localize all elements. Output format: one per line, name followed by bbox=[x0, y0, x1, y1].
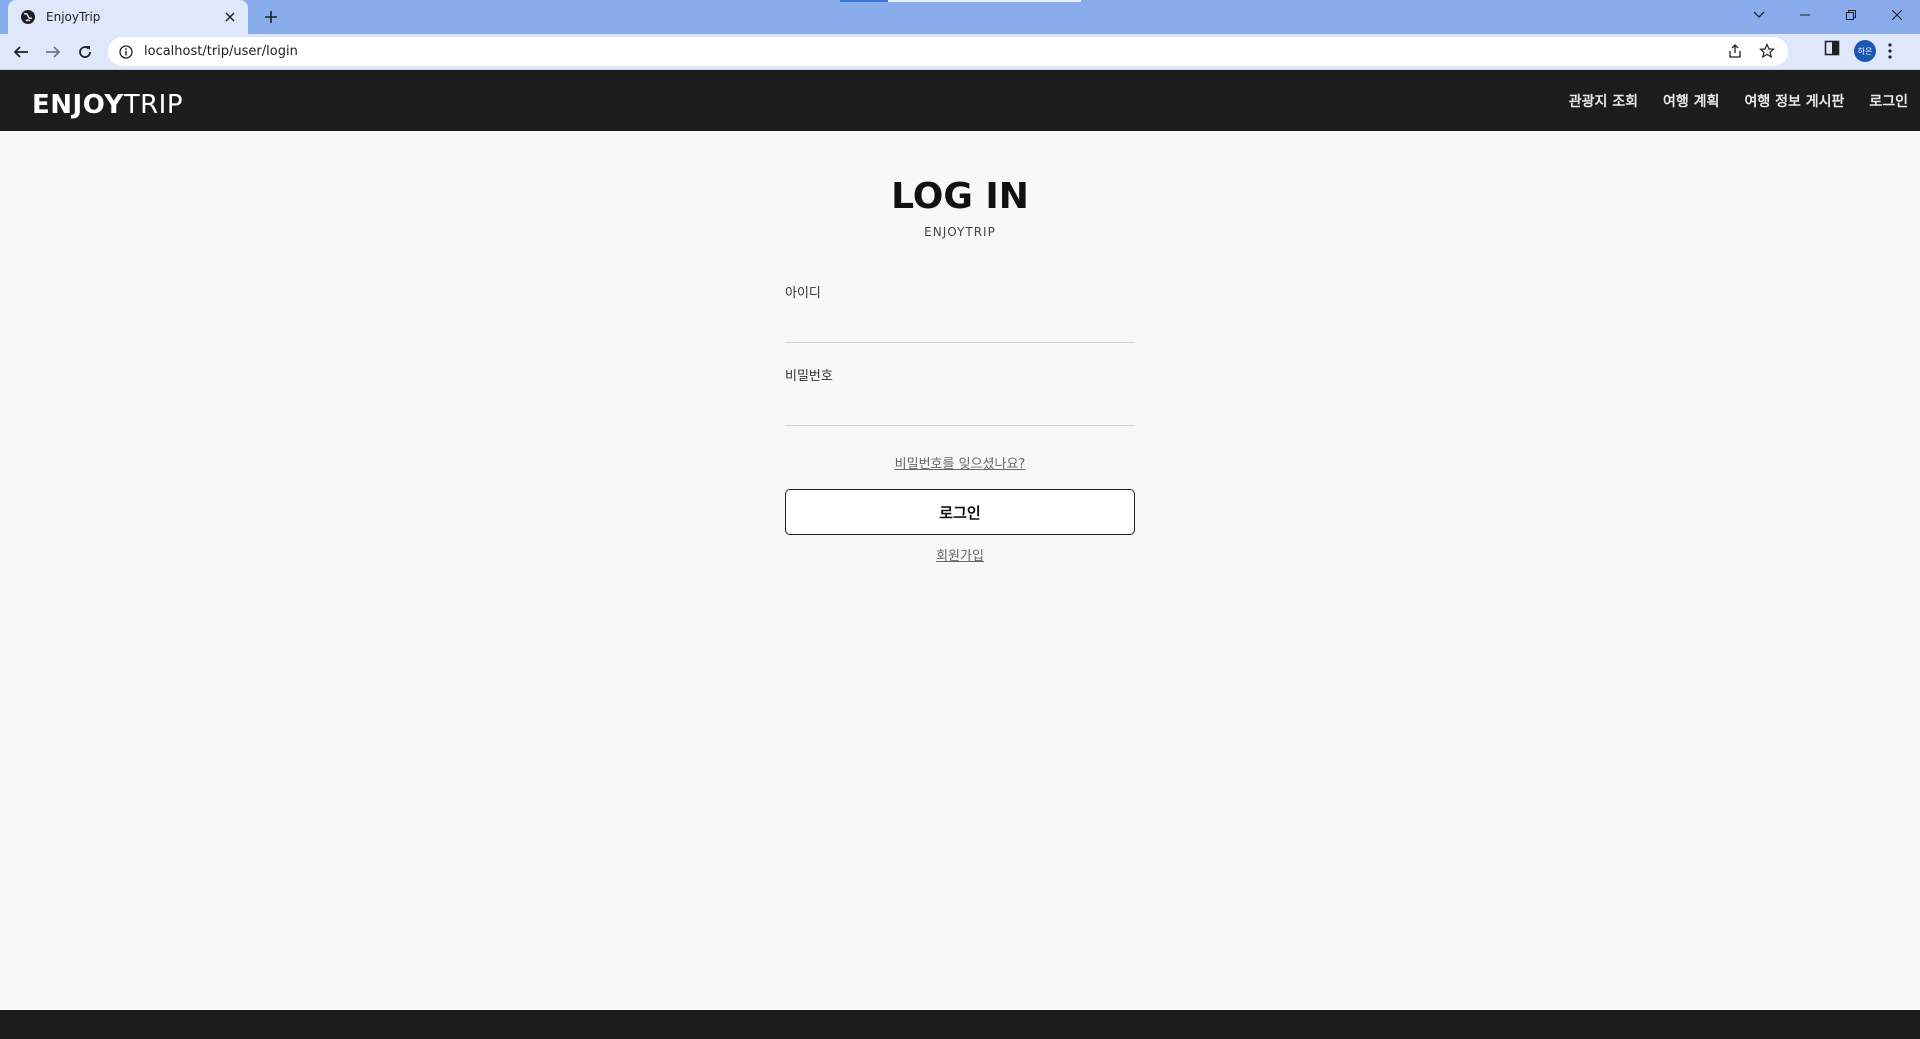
signup-link[interactable]: 회원가입 bbox=[936, 549, 984, 564]
login-button[interactable]: 로그인 bbox=[785, 489, 1135, 535]
address-bar-actions bbox=[1726, 42, 1776, 60]
tabstrip-accent bbox=[840, 0, 888, 2]
id-label: 아이디 bbox=[785, 286, 821, 301]
id-input[interactable] bbox=[785, 313, 1135, 343]
share-icon[interactable] bbox=[1726, 42, 1744, 60]
profile-avatar[interactable]: 하은 bbox=[1854, 40, 1876, 62]
site-footer bbox=[0, 1010, 1920, 1039]
address-url: localhost/trip/user/login bbox=[144, 44, 298, 59]
back-arrow-icon[interactable] bbox=[10, 41, 32, 63]
browser-tab-active[interactable]: EnjoyTrip bbox=[8, 0, 248, 34]
login-title: LOG IN bbox=[891, 176, 1029, 217]
password-label: 비밀번호 bbox=[785, 369, 833, 384]
signup-row: 회원가입 bbox=[0, 545, 1920, 564]
tabstrip-accent-light bbox=[888, 0, 1081, 2]
kebab-menu-icon[interactable] bbox=[1888, 43, 1892, 59]
forward-arrow-icon[interactable] bbox=[42, 41, 64, 63]
brand-logo-light: TRIP bbox=[123, 90, 183, 120]
restore-icon[interactable] bbox=[1828, 0, 1874, 30]
nav-trip-plan[interactable]: 여행 계획 bbox=[1663, 91, 1719, 111]
forgot-password-link[interactable]: 비밀번호를 잊으셨나요? bbox=[895, 457, 1026, 472]
profile-initials: 하은 bbox=[1854, 40, 1876, 62]
login-form: 아이디 비밀번호 bbox=[785, 282, 1135, 426]
brand-logo-bold: ENJOY bbox=[32, 90, 124, 120]
reload-icon[interactable] bbox=[74, 41, 96, 63]
password-input[interactable] bbox=[785, 396, 1135, 426]
bookmark-star-icon[interactable] bbox=[1758, 42, 1776, 60]
window-controls bbox=[1736, 0, 1920, 34]
site-info-icon[interactable] bbox=[118, 44, 134, 60]
browser-toolbar: localhost/trip/user/login 하은 bbox=[0, 34, 1920, 70]
forgot-password-row: 비밀번호를 잊으셨나요? bbox=[0, 453, 1920, 472]
main-nav: 관광지 조회 여행 계획 여행 정보 게시판 로그인 bbox=[1569, 91, 1908, 111]
close-tab-icon[interactable] bbox=[222, 9, 238, 25]
site-header: ENJOYTRIP 관광지 조회 여행 계획 여행 정보 게시판 로그인 bbox=[0, 70, 1920, 131]
address-bar[interactable]: localhost/trip/user/login bbox=[108, 37, 1788, 66]
close-window-icon[interactable] bbox=[1874, 0, 1920, 30]
minimize-icon[interactable] bbox=[1782, 0, 1828, 30]
browser-tabstrip: EnjoyTrip bbox=[0, 0, 1920, 34]
new-tab-icon[interactable] bbox=[260, 6, 282, 28]
tab-search-chevron-icon[interactable] bbox=[1736, 0, 1782, 30]
tab-title: EnjoyTrip bbox=[46, 10, 101, 24]
nav-login[interactable]: 로그인 bbox=[1869, 91, 1908, 111]
nav-trip-board[interactable]: 여행 정보 게시판 bbox=[1744, 91, 1844, 111]
brand-logo[interactable]: ENJOYTRIP bbox=[32, 90, 183, 120]
globe-icon bbox=[20, 9, 36, 25]
nav-attractions[interactable]: 관광지 조회 bbox=[1569, 91, 1638, 111]
side-panel-icon[interactable] bbox=[1824, 40, 1840, 56]
login-subtitle: ENJOYTRIP bbox=[924, 225, 996, 239]
